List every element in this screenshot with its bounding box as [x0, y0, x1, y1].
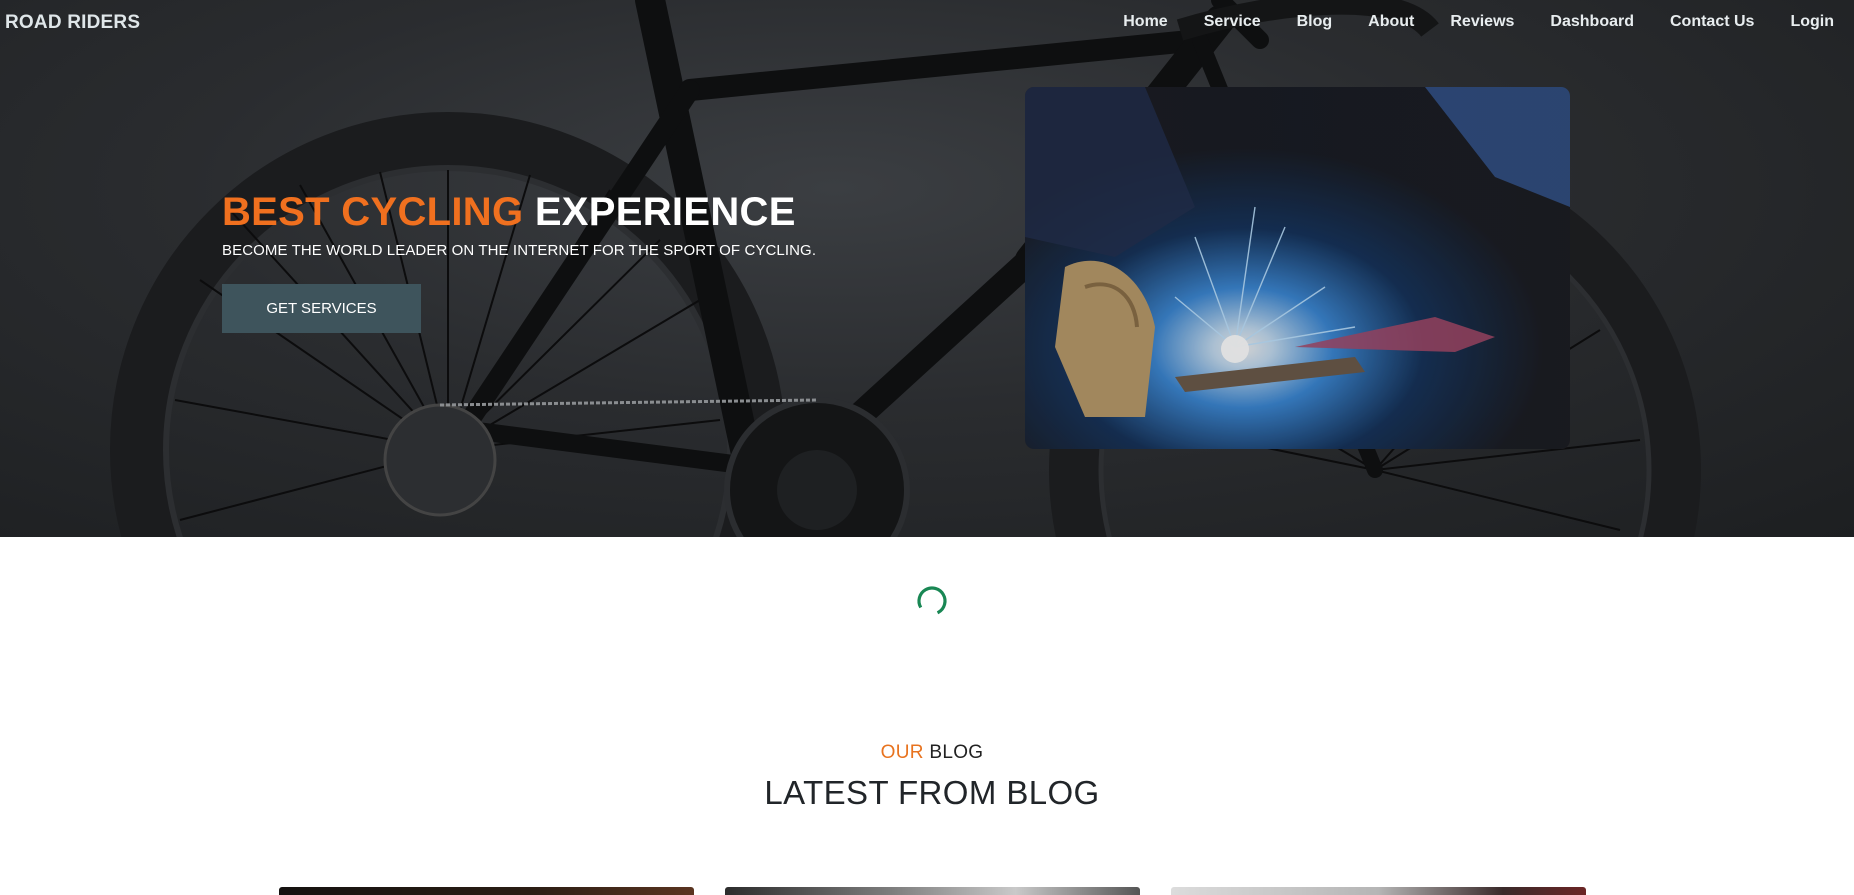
eyebrow-accent: OUR — [880, 742, 924, 763]
hero-headline: BEST CYCLING EXPERIENCE — [222, 188, 816, 236]
nav-link-dashboard[interactable]: Dashboard — [1532, 13, 1652, 31]
blog-card-image[interactable] — [1171, 887, 1586, 895]
loading-spinner-icon — [917, 586, 947, 616]
blog-card-image[interactable] — [725, 887, 1140, 895]
nav-menu: Home Service Blog About Reviews Dashboar… — [1105, 13, 1834, 31]
bicycle-background-image — [110, 0, 1701, 537]
nav-link-reviews[interactable]: Reviews — [1432, 13, 1532, 31]
hero-subtitle: BECOME THE WORLD LEADER ON THE INTERNET … — [222, 242, 817, 259]
welding-image — [1025, 87, 1570, 449]
navbar: ROAD RIDERS Home Service Blog About Revi… — [0, 0, 1854, 48]
nav-link-blog[interactable]: Blog — [1279, 13, 1351, 31]
nav-link-home[interactable]: Home — [1105, 13, 1185, 31]
nav-link-about[interactable]: About — [1350, 13, 1432, 31]
get-services-button[interactable]: GET SERVICES — [222, 284, 421, 333]
blog-section-title: LATEST FROM BLOG — [764, 774, 1100, 811]
nav-link-service[interactable]: Service — [1186, 13, 1279, 31]
headline-rest: EXPERIENCE — [534, 190, 796, 234]
brand-logo[interactable]: ROAD RIDERS — [5, 12, 140, 34]
hero-text-block: BEST CYCLING EXPERIENCE BECOME THE WORLD… — [222, 188, 816, 259]
headline-accent: BEST CYCLING — [222, 190, 524, 234]
blog-eyebrow: OUR BLOG — [0, 742, 1854, 764]
nav-link-contact-us[interactable]: Contact Us — [1652, 13, 1772, 31]
nav-link-login[interactable]: Login — [1772, 13, 1834, 31]
blog-card-image[interactable] — [279, 887, 694, 895]
hero-section: ROAD RIDERS Home Service Blog About Revi… — [0, 0, 1854, 537]
eyebrow-rest: BLOG — [929, 742, 984, 763]
